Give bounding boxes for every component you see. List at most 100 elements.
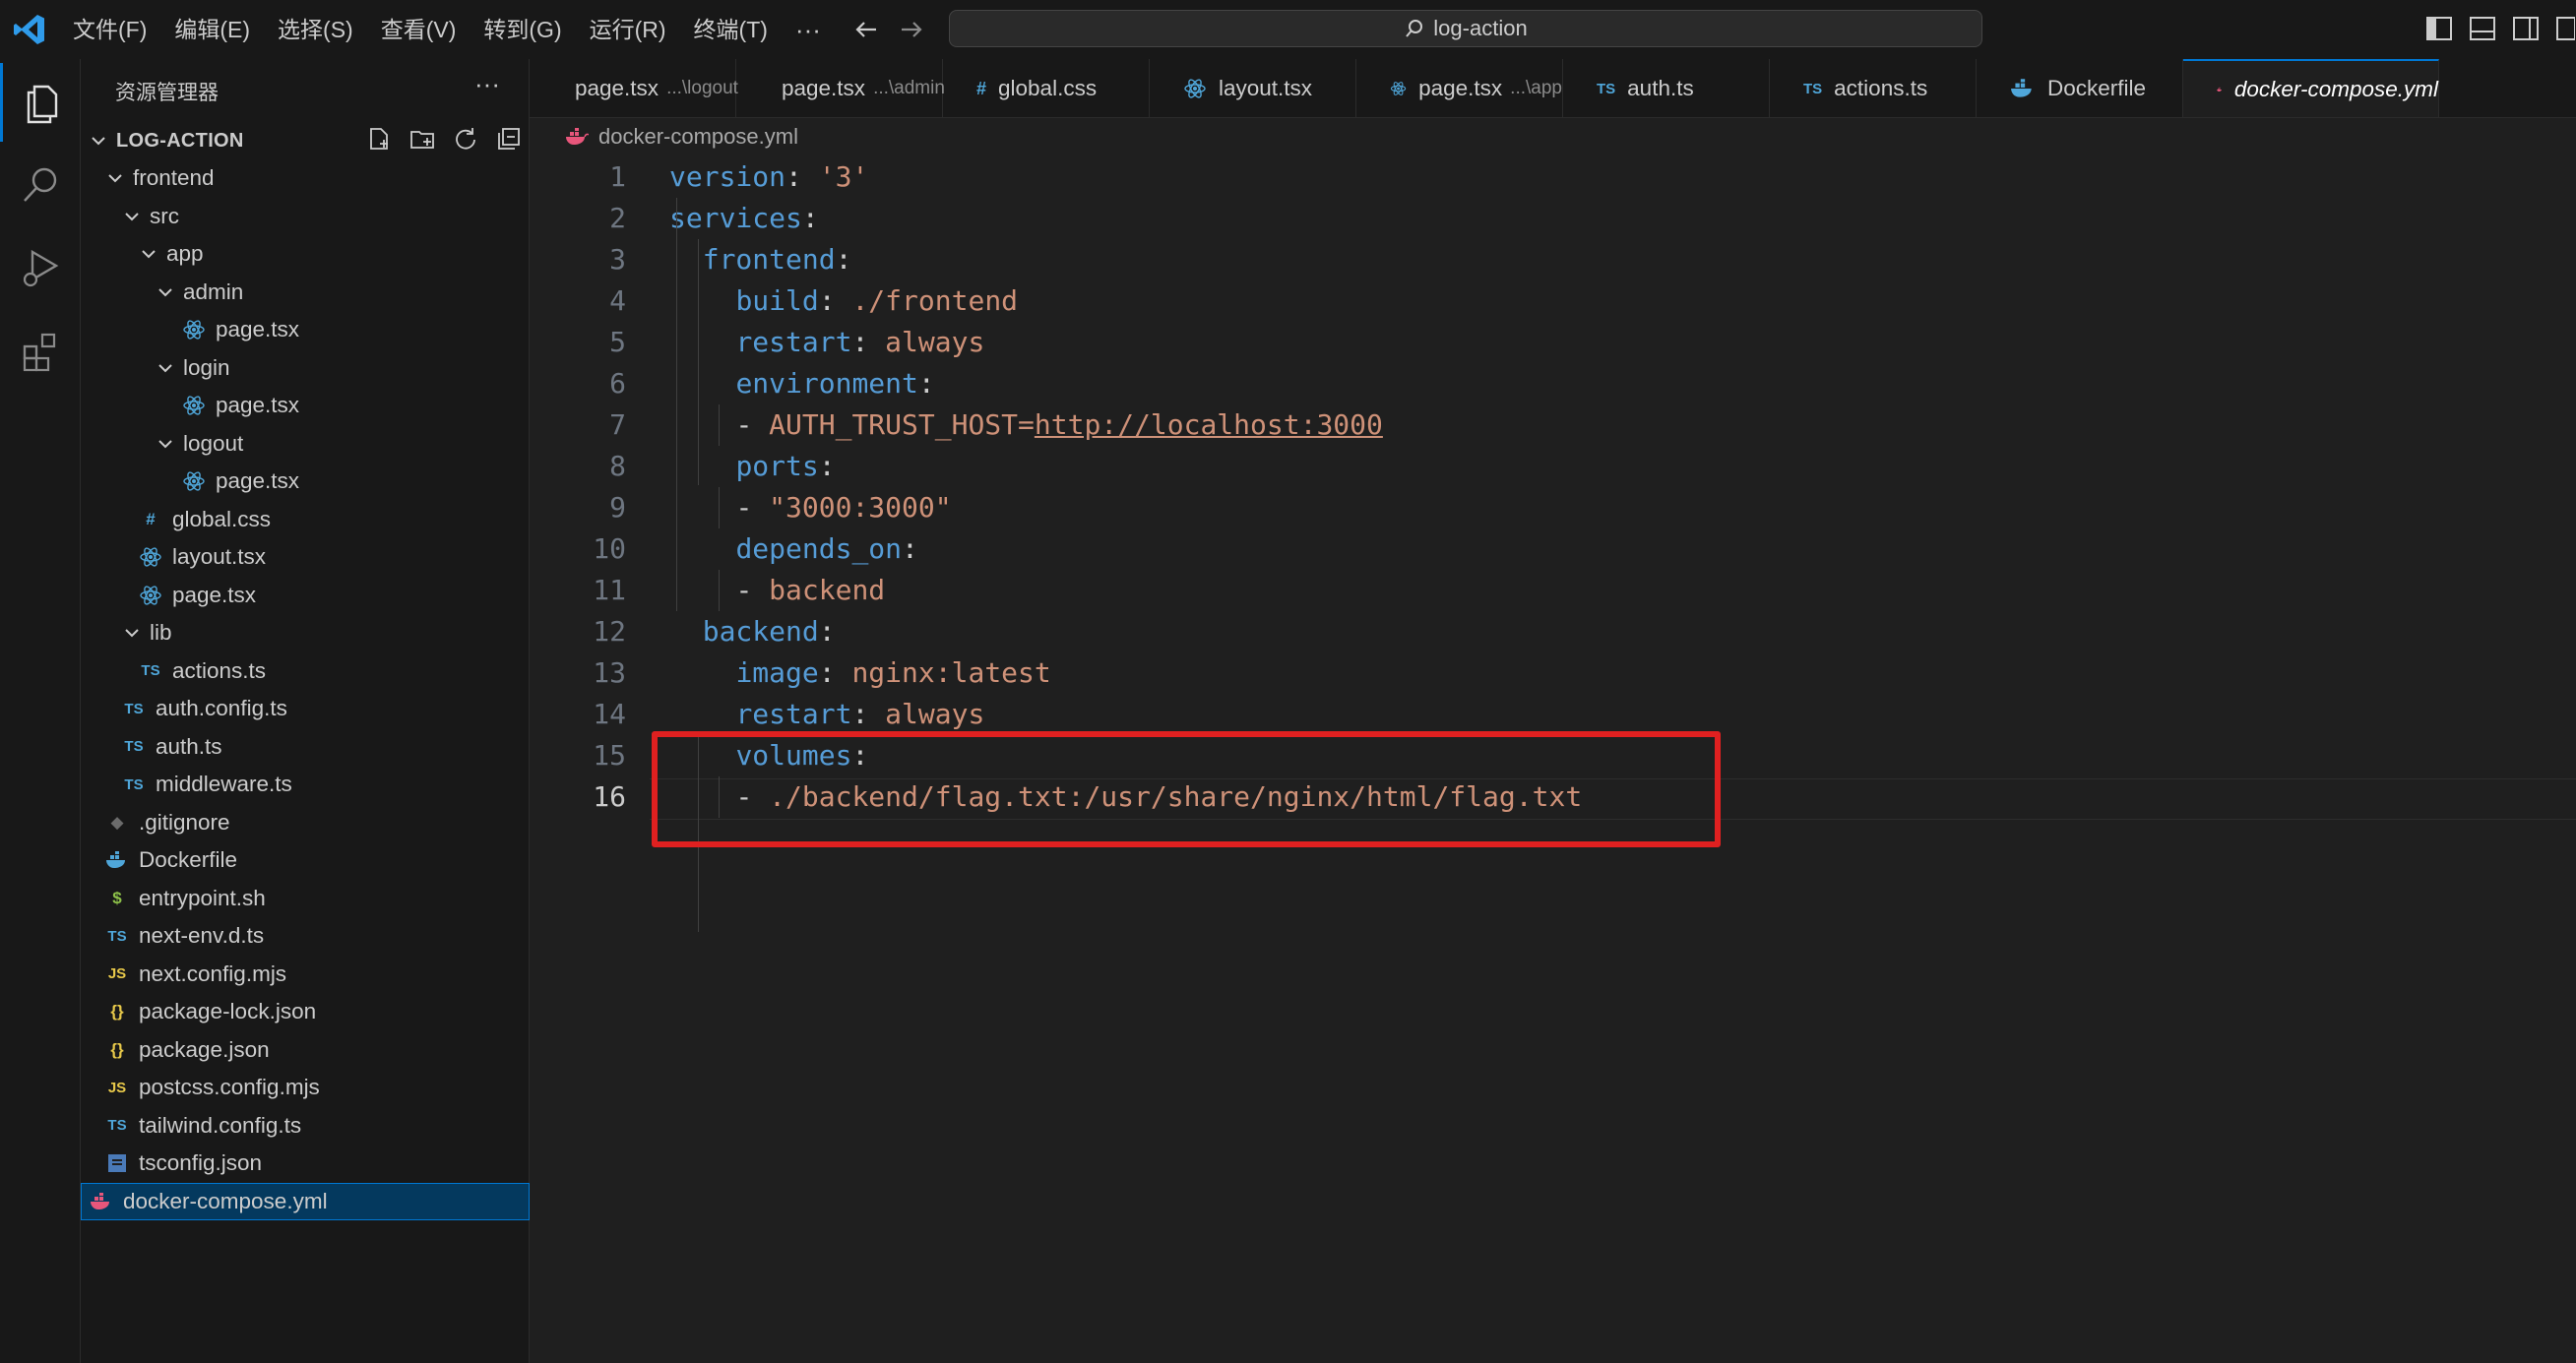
tree-file[interactable]: JS postcss.config.mjs xyxy=(81,1069,530,1106)
tree-file[interactable]: tsconfig.json xyxy=(81,1145,530,1182)
line-number: 9 xyxy=(609,491,626,524)
editor-tab[interactable]: page.tsx ...\app xyxy=(1356,59,1563,117)
tree-file[interactable]: TS auth.ts xyxy=(81,728,530,766)
gitignore-file-icon: ◆ xyxy=(110,812,124,832)
menu-view[interactable]: 查看(V) xyxy=(367,0,471,59)
tree-item-label: page.tsx xyxy=(216,468,300,493)
code-line[interactable]: 9 - "3000:3000" xyxy=(530,487,2576,528)
tree-folder[interactable]: src xyxy=(81,198,530,235)
run-debug-activity[interactable] xyxy=(0,228,81,307)
tree-file[interactable]: page.tsx xyxy=(81,577,530,614)
tree-file[interactable]: TS middleware.ts xyxy=(81,766,530,803)
menu-more-icon[interactable]: ··· xyxy=(782,0,835,59)
tree-item-label: entrypoint.sh xyxy=(139,885,266,910)
tree-file[interactable]: docker-compose.yml xyxy=(81,1182,530,1220)
tree-item-label: auth.ts xyxy=(156,733,222,759)
tree-file[interactable]: TS actions.ts xyxy=(81,652,530,690)
menu-selection[interactable]: 选择(S) xyxy=(264,0,367,59)
code-line[interactable]: 7 - AUTH_TRUST_HOST=http://localhost:300… xyxy=(530,404,2576,446)
code-line[interactable]: 3 frontend: xyxy=(530,239,2576,280)
tree-file[interactable]: JS next.config.mjs xyxy=(81,956,530,993)
tree-file[interactable]: TS tailwind.config.ts xyxy=(81,1107,530,1145)
tree-file[interactable]: page.tsx xyxy=(81,311,530,348)
tree-folder[interactable]: lib xyxy=(81,614,530,651)
tree-file[interactable]: page.tsx xyxy=(81,463,530,500)
breadcrumb[interactable]: docker-compose.yml xyxy=(565,124,798,150)
command-center-search[interactable]: log-action xyxy=(949,10,1982,47)
tree-file[interactable]: {} package.json xyxy=(81,1031,530,1069)
tree-folder[interactable]: admin xyxy=(81,274,530,311)
tree-item-label: actions.ts xyxy=(172,657,267,683)
tree-item-label: page.tsx xyxy=(172,582,257,607)
workspace-root-label: LOG-ACTION xyxy=(116,129,244,152)
code-line[interactable]: 8 ports: xyxy=(530,446,2576,487)
code-line[interactable]: 13 image: nginx:latest xyxy=(530,652,2576,694)
collapse-all-icon[interactable] xyxy=(496,126,522,152)
tree-folder[interactable]: frontend xyxy=(81,159,530,197)
code-line[interactable]: 6 environment: xyxy=(530,363,2576,404)
new-folder-icon[interactable] xyxy=(409,126,435,152)
menu-edit[interactable]: 编辑(E) xyxy=(160,0,264,59)
tab-label: auth.ts xyxy=(1627,76,1694,100)
extensions-activity[interactable] xyxy=(0,311,81,390)
toggle-panel-icon[interactable] xyxy=(2469,16,2496,41)
tree-file[interactable]: $ entrypoint.sh xyxy=(81,880,530,917)
code-line[interactable]: 5 restart: always xyxy=(530,322,2576,363)
line-number: 6 xyxy=(609,367,626,400)
line-code: services: xyxy=(669,202,819,234)
tab-active[interactable]: docker-compose.yml xyxy=(2183,59,2439,117)
new-file-icon[interactable] xyxy=(366,126,392,152)
menu-terminal[interactable]: 终端(T) xyxy=(680,0,782,59)
forward-arrow-icon[interactable] xyxy=(896,14,927,45)
typescript-file-icon: TS xyxy=(1597,80,1616,97)
tree-folder[interactable]: app xyxy=(81,235,530,273)
line-code: image: nginx:latest xyxy=(735,656,1051,689)
menu-bar: 文件(F) 编辑(E) 选择(S) 查看(V) 转到(G) 运行(R) 终端(T… xyxy=(59,0,835,59)
code-line[interactable]: 1 version: '3' xyxy=(530,156,2576,198)
toggle-primary-sidebar-icon[interactable] xyxy=(2425,16,2453,41)
tree-file[interactable]: TS next-env.d.ts xyxy=(81,917,530,955)
typescript-file-icon: TS xyxy=(1803,80,1823,97)
tree-item-label: postcss.config.mjs xyxy=(139,1075,320,1099)
code-line[interactable]: 4 build: ./frontend xyxy=(530,280,2576,322)
code-line[interactable]: 11 - backend xyxy=(530,570,2576,611)
tree-file[interactable]: {} package-lock.json xyxy=(81,993,530,1030)
editor-tab[interactable]: TS actions.ts xyxy=(1770,59,1977,117)
customize-layout-icon[interactable] xyxy=(2555,16,2575,41)
react-file-icon xyxy=(183,471,205,491)
tree-file[interactable]: Dockerfile xyxy=(81,841,530,879)
tree-file[interactable]: TS auth.config.ts xyxy=(81,690,530,727)
tree-file[interactable]: ◆ .gitignore xyxy=(81,804,530,841)
code-line[interactable]: 14 restart: always xyxy=(530,694,2576,735)
line-code: ports: xyxy=(735,450,836,482)
back-arrow-icon[interactable] xyxy=(850,14,882,45)
code-line[interactable]: 2 services: xyxy=(530,198,2576,239)
search-activity[interactable] xyxy=(0,146,81,224)
tree-file[interactable]: # global.css xyxy=(81,501,530,538)
editor-tab[interactable]: # global.css xyxy=(943,59,1150,117)
menu-file[interactable]: 文件(F) xyxy=(59,0,160,59)
code-line[interactable]: 10 depends_on: xyxy=(530,528,2576,570)
line-code: - AUTH_TRUST_HOST=http://localhost:3000 xyxy=(735,408,1383,441)
indent-guide xyxy=(676,198,677,611)
toggle-secondary-sidebar-icon[interactable] xyxy=(2512,16,2540,41)
tree-file[interactable]: layout.tsx xyxy=(81,538,530,576)
explorer-activity[interactable] xyxy=(0,63,81,142)
explorer-more-icon[interactable]: ··· xyxy=(474,69,500,99)
vscode-logo-icon xyxy=(14,15,44,44)
tree-file[interactable]: page.tsx xyxy=(81,387,530,424)
tree-item-label: package.json xyxy=(139,1036,270,1062)
tree-folder[interactable]: login xyxy=(81,349,530,387)
menu-go[interactable]: 转到(G) xyxy=(470,0,575,59)
react-file-icon xyxy=(1390,82,1407,95)
code-line[interactable]: 12 backend: xyxy=(530,611,2576,652)
refresh-icon[interactable] xyxy=(453,126,478,152)
editor-tab[interactable]: layout.tsx xyxy=(1150,59,1356,117)
tree-folder[interactable]: logout xyxy=(81,425,530,463)
editor-tab[interactable]: Dockerfile xyxy=(1977,59,2183,117)
line-code: depends_on: xyxy=(735,532,918,565)
editor-tab[interactable]: TS auth.ts xyxy=(1563,59,1770,117)
menu-run[interactable]: 运行(R) xyxy=(576,0,680,59)
editor-tab[interactable]: page.tsx ...\admin xyxy=(736,59,945,117)
editor-tab[interactable]: page.tsx ...\logout xyxy=(530,59,738,117)
